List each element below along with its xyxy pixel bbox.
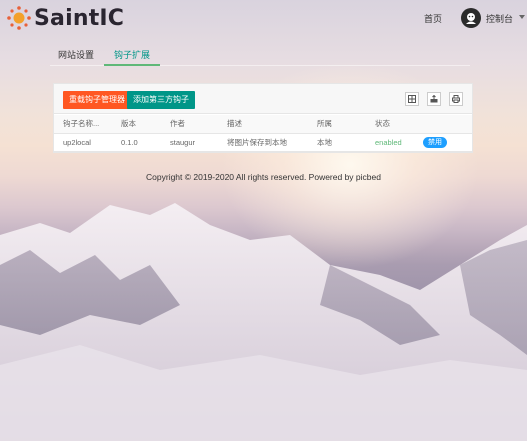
reload-hooks-button[interactable]: 重载钩子管理器 bbox=[63, 91, 131, 109]
col-action bbox=[414, 115, 472, 134]
sun-logo-icon bbox=[7, 6, 31, 30]
user-avatar-face-icon bbox=[466, 13, 476, 24]
columns-icon[interactable] bbox=[405, 92, 419, 106]
cell-author: staugur bbox=[161, 133, 218, 152]
user-avatar-icon[interactable] bbox=[461, 8, 481, 28]
col-status[interactable]: 状态 bbox=[366, 115, 414, 134]
col-version[interactable]: 版本 bbox=[112, 115, 161, 134]
mountain-background bbox=[0, 203, 527, 441]
col-hook-name[interactable]: 钩子名称... bbox=[54, 115, 112, 134]
nav-console-link[interactable]: 控制台 bbox=[486, 12, 513, 25]
disable-button[interactable]: 禁用 bbox=[423, 136, 447, 148]
cell-description: 将图片保存到本地 bbox=[218, 133, 308, 152]
active-tab-indicator bbox=[104, 64, 160, 66]
cell-status: enabled bbox=[366, 133, 414, 152]
tab-site-settings[interactable]: 网站设置 bbox=[58, 48, 94, 61]
table-header-row: 钩子名称... 版本 作者 描述 所属 状态 bbox=[54, 115, 472, 134]
chevron-down-icon[interactable] bbox=[519, 15, 525, 19]
settings-tabs: 网站设置 钩子扩展 bbox=[50, 40, 470, 66]
tab-hook-extensions[interactable]: 钩子扩展 bbox=[114, 48, 150, 61]
brand-name: SaintIC bbox=[34, 5, 125, 31]
footer-copyright: Copyright © 2019-2020 All rights reserve… bbox=[146, 172, 381, 182]
cell-version: 0.1.0 bbox=[112, 133, 161, 152]
hooks-table-panel: 重载钩子管理器 添加第三方钩子 钩子名称... 版本 作者 描述 所属 状态 u… bbox=[53, 83, 473, 153]
top-navbar: SaintIC 首页 控制台 bbox=[0, 0, 527, 40]
add-third-party-hook-button[interactable]: 添加第三方钩子 bbox=[127, 91, 195, 109]
cell-belongs: 本地 bbox=[308, 133, 366, 152]
col-author[interactable]: 作者 bbox=[161, 115, 218, 134]
table-row[interactable]: up2local 0.1.0 staugur 将图片保存到本地 本地 enabl… bbox=[54, 133, 472, 152]
cell-hook-name: up2local bbox=[54, 133, 112, 152]
cell-action: 禁用 bbox=[414, 133, 472, 152]
nav-home-link[interactable]: 首页 bbox=[424, 12, 442, 25]
col-belongs[interactable]: 所属 bbox=[308, 115, 366, 134]
hooks-table: 钩子名称... 版本 作者 描述 所属 状态 up2local 0.1.0 st… bbox=[54, 115, 472, 152]
table-toolbar: 重载钩子管理器 添加第三方钩子 bbox=[54, 84, 472, 114]
col-description[interactable]: 描述 bbox=[218, 115, 308, 134]
export-icon[interactable] bbox=[427, 92, 441, 106]
print-icon[interactable] bbox=[449, 92, 463, 106]
brand-logo[interactable]: SaintIC bbox=[6, 5, 124, 31]
